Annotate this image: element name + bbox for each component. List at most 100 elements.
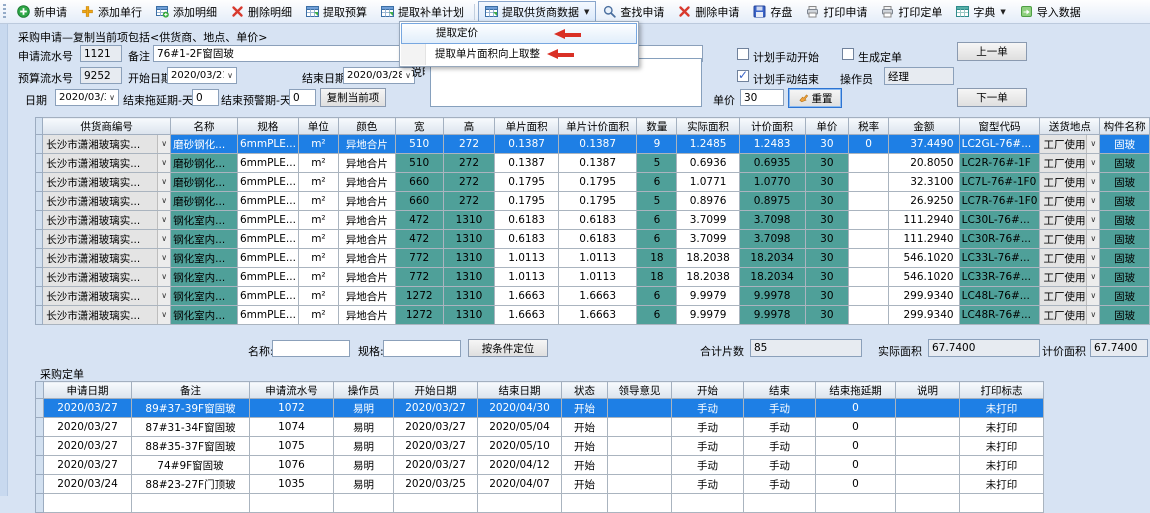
column-header[interactable]: 备注 — [132, 382, 250, 399]
plan-manual-start-checkbox[interactable] — [737, 48, 749, 60]
column-header[interactable]: 宽 — [395, 118, 443, 135]
chevron-down-icon[interactable]: ∨ — [1086, 249, 1099, 267]
column-header[interactable]: 开始日期 — [394, 382, 478, 399]
table-row[interactable]: 2020/03/2774#9F窗固玻1076易明2020/03/272020/0… — [36, 456, 1044, 475]
column-header[interactable]: 实际面积 — [677, 118, 739, 135]
column-header[interactable]: 送货地点 — [1040, 118, 1100, 135]
chevron-down-icon[interactable]: ∨ — [1086, 268, 1099, 286]
table-row[interactable]: 2020/03/2789#37-39F窗固玻1072易明2020/03/2720… — [36, 399, 1044, 418]
supplier-dropdown-cell[interactable]: 长沙市潇湘玻璃实...∨ — [43, 192, 171, 211]
end-date-select[interactable]: 2020/03/28 ∨ — [343, 67, 415, 84]
column-header[interactable]: 窗型代码 — [959, 118, 1040, 135]
column-header[interactable]: 计价面积 — [739, 118, 805, 135]
delivery-dropdown-cell[interactable]: 工厂使用∨ — [1040, 173, 1100, 192]
column-header[interactable]: 颜色 — [338, 118, 395, 135]
row-header-strip[interactable] — [36, 173, 43, 192]
column-header[interactable]: 单价 — [805, 118, 849, 135]
row-header-strip[interactable] — [36, 268, 43, 287]
table-row[interactable]: 长沙市潇湘玻璃实...∨磨砂钢化...6mmPLE...m²异地合片510272… — [36, 135, 1150, 154]
delivery-dropdown-cell[interactable]: 工厂使用∨ — [1040, 211, 1100, 230]
delivery-dropdown-cell[interactable]: 工厂使用∨ — [1040, 249, 1100, 268]
row-header-strip[interactable] — [36, 192, 43, 211]
row-header-strip[interactable] — [36, 437, 44, 456]
column-header[interactable]: 状态 — [562, 382, 608, 399]
column-header[interactable]: 说明 — [896, 382, 960, 399]
supplier-dropdown-cell[interactable]: 长沙市潇湘玻璃实...∨ — [43, 230, 171, 249]
table-row[interactable]: 长沙市潇湘玻璃实...∨钢化室内...6mmPLE...m²异地合片472131… — [36, 230, 1150, 249]
end-delay-field[interactable] — [192, 89, 219, 106]
column-header[interactable]: 金额 — [889, 118, 959, 135]
toolbar-item-delete-detail[interactable]: 删除明细 — [224, 1, 299, 23]
row-header-strip[interactable] — [36, 418, 44, 437]
delivery-dropdown-cell[interactable]: 工厂使用∨ — [1040, 268, 1100, 287]
table-row[interactable]: 长沙市潇湘玻璃实...∨磨砂钢化...6mmPLE...m²异地合片510272… — [36, 154, 1150, 173]
chevron-down-icon[interactable]: ∨ — [157, 154, 170, 172]
column-header[interactable]: 税率 — [849, 118, 889, 135]
menu-item-extract-area-roundup[interactable]: 提取单片面积向上取整 — [401, 44, 637, 65]
supplier-dropdown-cell[interactable]: 长沙市潇湘玻璃实...∨ — [43, 211, 171, 230]
supplier-dropdown-cell[interactable]: 长沙市潇湘玻璃实...∨ — [43, 173, 171, 192]
delivery-dropdown-cell[interactable]: 工厂使用∨ — [1040, 135, 1100, 154]
row-header-strip[interactable] — [36, 230, 43, 249]
chevron-down-icon[interactable]: ∨ — [1086, 173, 1099, 191]
row-header-strip[interactable] — [36, 475, 44, 494]
table-row[interactable]: 2020/03/2788#35-37F窗固玻1075易明2020/03/2720… — [36, 437, 1044, 456]
column-header[interactable]: 领导意见 — [608, 382, 672, 399]
next-order-button[interactable]: 下一单 — [957, 88, 1027, 107]
chevron-down-icon[interactable]: ∨ — [157, 230, 170, 248]
generate-order-checkbox[interactable] — [842, 48, 854, 60]
locate-by-condition-button[interactable]: 按条件定位 — [468, 339, 548, 357]
column-header[interactable]: 打印标志 — [960, 382, 1044, 399]
column-header[interactable]: 规格 — [237, 118, 298, 135]
chevron-down-icon[interactable]: ∨ — [157, 192, 170, 210]
table-row[interactable]: 长沙市潇湘玻璃实...∨磨砂钢化...6mmPLE...m²异地合片660272… — [36, 192, 1150, 211]
supplier-dropdown-cell[interactable]: 长沙市潇湘玻璃实...∨ — [43, 154, 171, 173]
delivery-dropdown-cell[interactable]: 工厂使用∨ — [1040, 192, 1100, 211]
table-row[interactable]: 长沙市潇湘玻璃实...∨钢化室内...6mmPLE...m²异地合片472131… — [36, 211, 1150, 230]
supplier-dropdown-cell[interactable]: 长沙市潇湘玻璃实...∨ — [43, 306, 171, 325]
column-header[interactable]: 供货商编号 — [43, 118, 171, 135]
budget-no-field[interactable] — [80, 67, 122, 84]
supplier-dropdown-cell[interactable]: 长沙市潇湘玻璃实...∨ — [43, 249, 171, 268]
chevron-down-icon[interactable]: ∨ — [1086, 287, 1099, 305]
row-header-strip[interactable] — [36, 306, 43, 325]
request-no-field[interactable] — [80, 45, 122, 62]
column-header[interactable]: 开始 — [672, 382, 744, 399]
toolbar-item-delete-request[interactable]: 删除申请 — [671, 1, 746, 23]
toolbar-item-add-single-row[interactable]: 添加单行 — [74, 1, 149, 23]
toolbar-item-print-order[interactable]: 打印定单 — [874, 1, 949, 23]
toolbar-item-save[interactable]: 存盘 — [746, 1, 799, 23]
chevron-down-icon[interactable]: ∨ — [157, 135, 170, 153]
row-header-strip[interactable] — [36, 154, 43, 173]
chevron-down-icon[interactable]: ∨ — [157, 268, 170, 286]
column-header[interactable]: 结束 — [744, 382, 816, 399]
toolbar-grip[interactable] — [3, 4, 6, 20]
row-header-strip[interactable] — [36, 399, 44, 418]
row-header-strip[interactable] — [36, 135, 43, 154]
toolbar-item-extract-supplier-data[interactable]: 提取供货商数据▼ — [478, 1, 596, 23]
column-header[interactable]: 申请日期 — [44, 382, 132, 399]
toolbar-item-new-request[interactable]: 新申请 — [10, 1, 74, 23]
column-header[interactable]: 构件名称 — [1100, 118, 1150, 135]
row-header-strip[interactable] — [36, 211, 43, 230]
delivery-dropdown-cell[interactable]: 工厂使用∨ — [1040, 287, 1100, 306]
chevron-down-icon[interactable]: ∨ — [1086, 192, 1099, 210]
chevron-down-icon[interactable]: ∨ — [157, 287, 170, 305]
delivery-dropdown-cell[interactable]: 工厂使用∨ — [1040, 306, 1100, 325]
table-row[interactable]: 2020/03/2787#31-34F窗固玻1074易明2020/03/2720… — [36, 418, 1044, 437]
toolbar-item-search-request[interactable]: 查找申请 — [596, 1, 671, 23]
row-header-strip[interactable] — [36, 494, 44, 513]
table-row[interactable]: 长沙市潇湘玻璃实...∨钢化室内...6mmPLE...m²异地合片127213… — [36, 306, 1150, 325]
toolbar-item-import-data[interactable]: 导入数据 — [1013, 1, 1088, 23]
unit-price-field[interactable] — [740, 89, 784, 106]
supplier-dropdown-cell[interactable]: 长沙市潇湘玻璃实...∨ — [43, 135, 171, 154]
column-header[interactable]: 操作员 — [334, 382, 394, 399]
chevron-down-icon[interactable]: ∨ — [157, 249, 170, 267]
toolbar-item-dictionary[interactable]: 字典▼ — [949, 1, 1012, 23]
operator-field[interactable] — [884, 67, 954, 85]
column-header[interactable]: 名称 — [171, 118, 238, 135]
chevron-down-icon[interactable]: ∨ — [157, 306, 170, 324]
column-header[interactable]: 结束日期 — [478, 382, 562, 399]
column-header[interactable]: 单片计价面积 — [558, 118, 636, 135]
table-row[interactable]: 2020/03/2488#23-27F门顶玻1035易明2020/03/2520… — [36, 475, 1044, 494]
